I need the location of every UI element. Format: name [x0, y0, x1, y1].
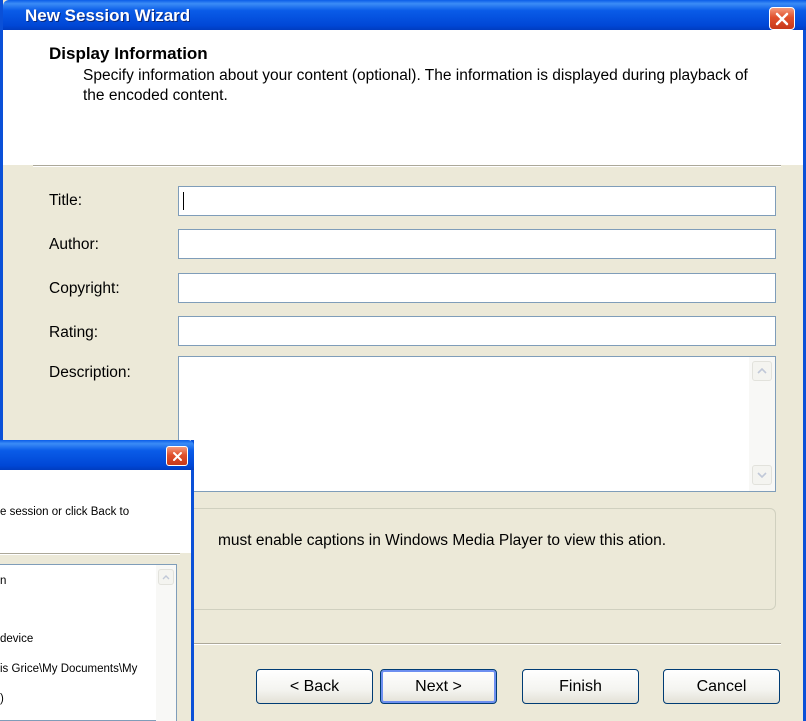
list-item: n [0, 575, 7, 587]
background-wizard-window[interactable]: e session or click Back to n device is G… [0, 440, 194, 721]
background-summary-list[interactable]: n device is Grice\My Documents\My ) [0, 564, 177, 721]
background-header: e session or click Back to [0, 470, 191, 553]
description-scrollbar[interactable] [749, 357, 775, 491]
copyright-input[interactable] [178, 273, 776, 303]
list-item: ) [0, 693, 4, 705]
title-label: Title: [49, 192, 83, 209]
scroll-up-icon [757, 367, 767, 374]
rating-label: Rating: [49, 324, 99, 341]
window-title: New Session Wizard [25, 6, 191, 25]
close-icon [775, 12, 789, 25]
cancel-button[interactable]: Cancel [663, 669, 780, 704]
caption-note: must enable captions in Windows Media Pl… [218, 532, 666, 549]
page-title: Display Information [49, 44, 208, 63]
finish-button[interactable]: Finish [522, 669, 639, 704]
scroll-down-icon [757, 472, 767, 479]
text-caret [183, 192, 184, 210]
author-label: Author: [49, 236, 99, 253]
background-divider [0, 553, 180, 555]
description-label: Description: [49, 364, 131, 381]
author-input[interactable] [178, 229, 776, 259]
page-description: Specify information about your content (… [83, 67, 748, 104]
scroll-up-icon [162, 575, 170, 580]
header-divider [33, 165, 781, 167]
background-list-scrollbar[interactable] [156, 565, 176, 721]
title-input[interactable] [178, 186, 776, 216]
close-icon [172, 451, 182, 461]
back-button[interactable]: < Back [256, 669, 373, 704]
scroll-up-button[interactable] [752, 361, 772, 381]
background-close-button[interactable] [166, 446, 188, 466]
scroll-up-button[interactable] [158, 569, 174, 585]
background-header-text: e session or click Back to [0, 506, 130, 518]
copyright-label: Copyright: [49, 280, 120, 297]
caption-info-box [178, 508, 776, 610]
title-bar[interactable]: New Session Wizard [3, 0, 806, 30]
list-item: device [0, 633, 34, 645]
rating-input[interactable] [178, 316, 776, 346]
list-item: is Grice\My Documents\My [0, 663, 138, 675]
scroll-down-button[interactable] [752, 465, 772, 485]
background-title-bar[interactable] [0, 440, 194, 470]
description-textarea[interactable] [178, 356, 776, 492]
close-button[interactable] [769, 7, 795, 30]
next-button[interactable]: Next > [380, 669, 497, 704]
